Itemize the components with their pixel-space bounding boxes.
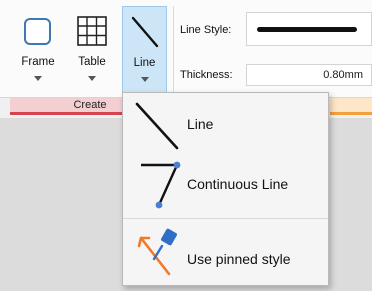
frame-label: Frame xyxy=(21,56,55,68)
next-group-bar xyxy=(330,98,372,115)
line-style-select[interactable] xyxy=(246,12,372,46)
menu-item-label: Use pinned style xyxy=(187,251,291,267)
chevron-down-icon xyxy=(140,77,149,82)
polyline-icon xyxy=(141,161,181,209)
divider xyxy=(173,6,174,92)
line-dropdown-menu: Line Continuous Line Use pinned style xyxy=(122,92,329,286)
line-style-label: Line Style: xyxy=(180,24,232,36)
menu-item-continuous-line[interactable]: Continuous Line xyxy=(123,155,328,215)
chevron-down-icon xyxy=(88,76,96,81)
chevron-down-icon xyxy=(34,76,42,81)
table-button[interactable]: Table xyxy=(68,6,116,92)
menu-item-label: Line xyxy=(187,116,214,132)
line-label: Line xyxy=(133,57,156,69)
diagonal-line-icon xyxy=(131,16,159,48)
table-icon xyxy=(77,16,107,46)
frame-icon xyxy=(24,18,51,45)
line-style-preview xyxy=(257,27,357,32)
pin-icon xyxy=(137,228,177,276)
frame-button[interactable]: Frame xyxy=(12,6,64,92)
thickness-input[interactable]: 0.80mm xyxy=(246,64,372,86)
thickness-label: Thickness: xyxy=(180,69,233,81)
diagonal-line-icon xyxy=(135,102,179,150)
menu-separator xyxy=(123,218,328,219)
menu-item-use-pinned-style[interactable]: Use pinned style xyxy=(123,224,328,284)
table-label: Table xyxy=(78,56,106,68)
menu-item-line[interactable]: Line xyxy=(123,96,328,156)
menu-item-label: Continuous Line xyxy=(187,176,289,192)
ribbon: Frame Table Line Line Style: Thickness: … xyxy=(0,0,372,97)
line-button[interactable]: Line xyxy=(122,6,167,92)
